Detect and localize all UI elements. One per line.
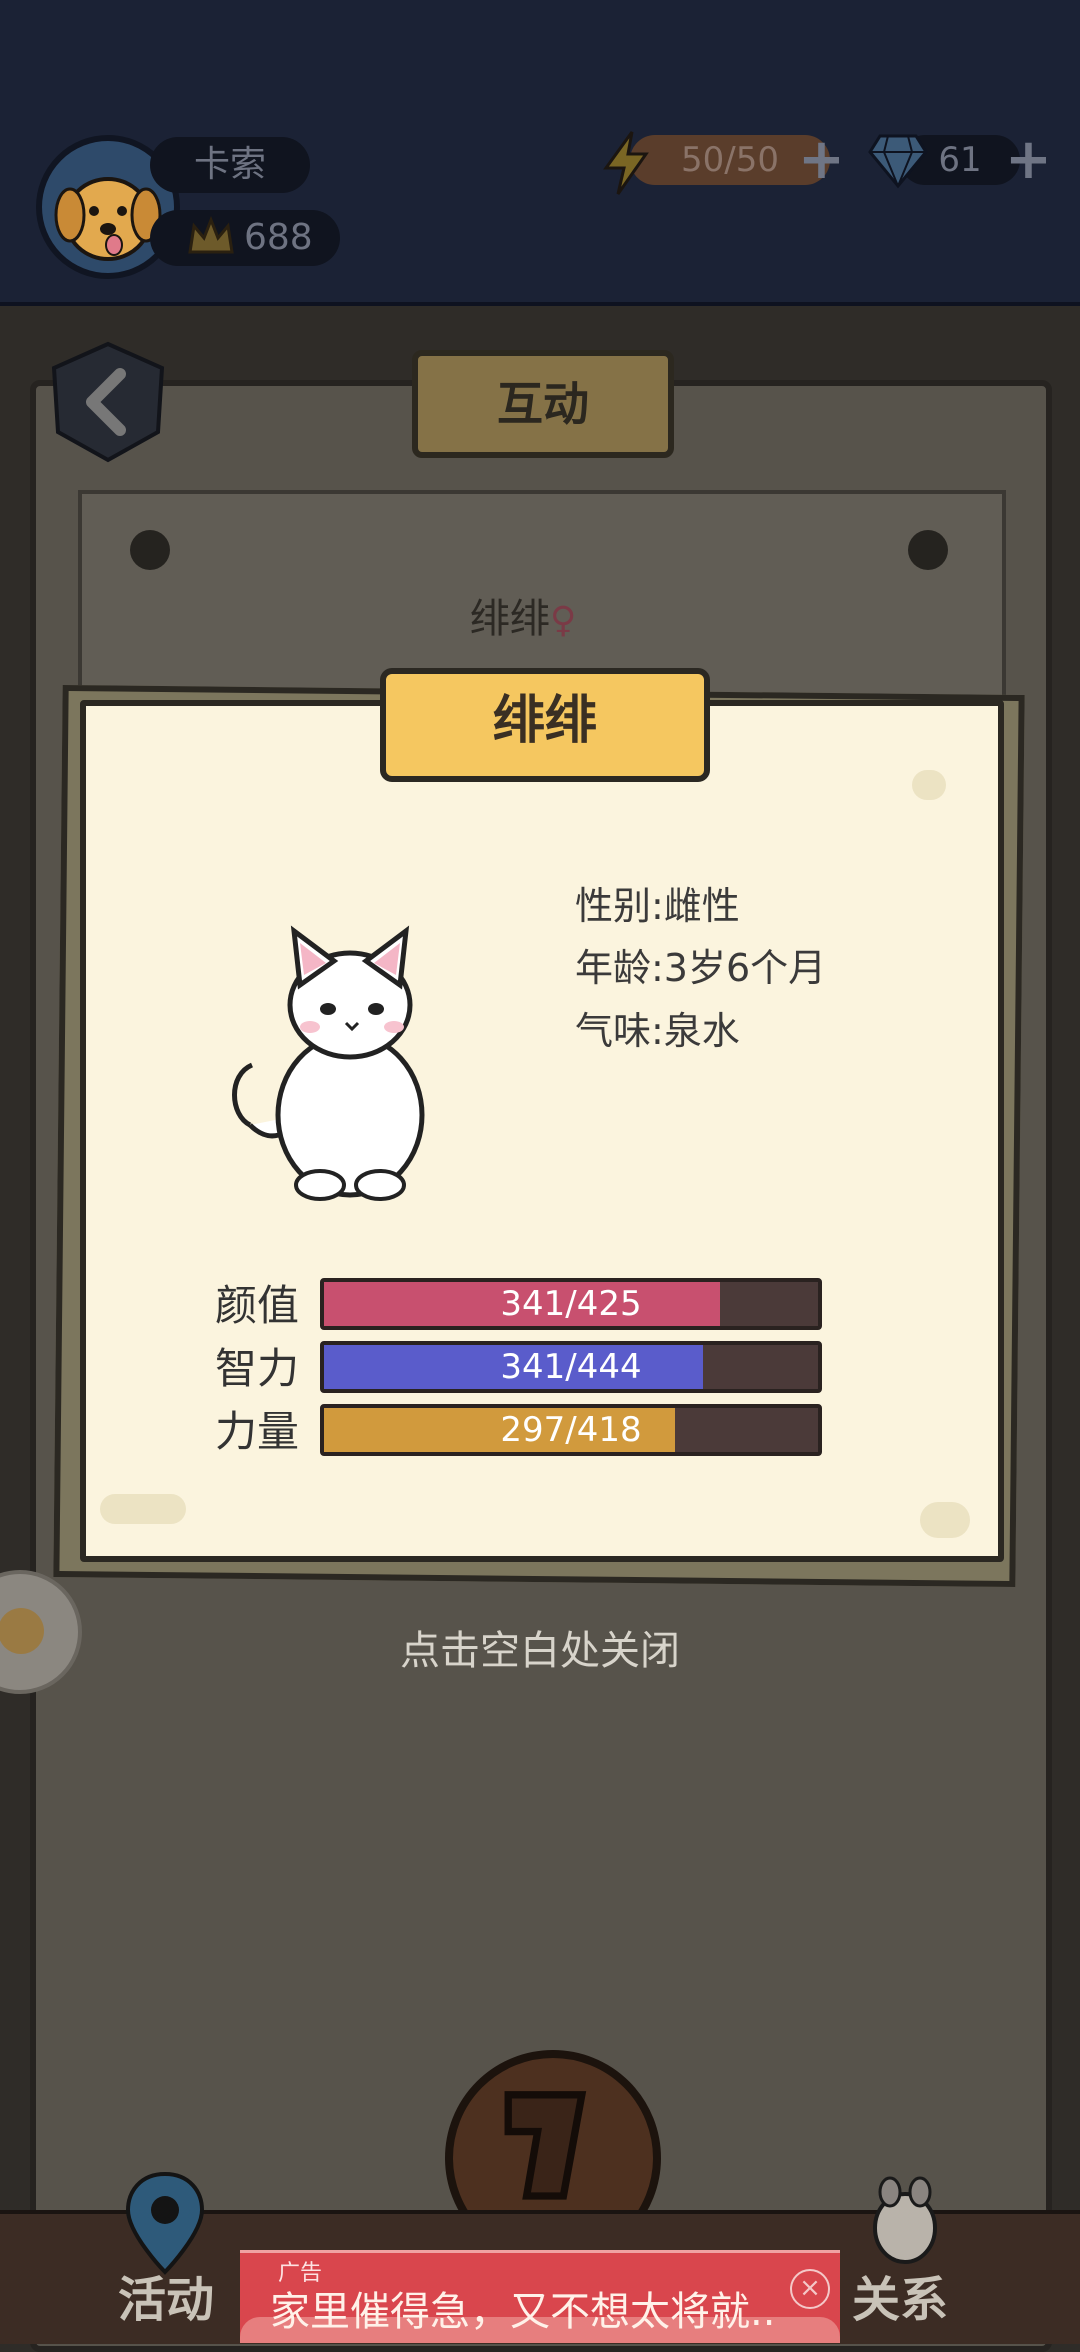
pin-icon	[130, 530, 170, 570]
paper-stain	[100, 1494, 186, 1524]
cat-gender: 性别:雌性	[575, 884, 740, 928]
card-title: 绯绯	[492, 691, 597, 751]
diamond-icon	[868, 134, 928, 189]
close-hint: 点击空白处关闭	[400, 1628, 680, 1674]
stat-bar-intelligence: 341/444	[320, 1341, 822, 1393]
crown-score: 688	[150, 210, 340, 266]
ad-banner[interactable]: 广告 家里催得急，又不想太将就.. ×	[240, 2250, 840, 2343]
cat-age: 年龄:3岁6个月	[575, 946, 827, 990]
female-icon: ♀	[550, 600, 577, 641]
background-cat-name-text: 绯绯	[470, 596, 550, 642]
white-cat-icon	[232, 925, 425, 1201]
paper-stain	[912, 770, 946, 800]
add-energy-button[interactable]: +	[798, 132, 845, 188]
background-cat-name: 绯绯♀	[470, 586, 576, 644]
stat-value: 341/425	[500, 1284, 642, 1324]
page-title: 互动	[412, 350, 674, 458]
stat-value: 297/418	[500, 1410, 642, 1450]
pin-icon	[908, 530, 948, 570]
stat-label-strength: 力量	[215, 1407, 300, 1456]
paw-icon	[873, 2176, 937, 2264]
cat-scent: 气味:泉水	[575, 1009, 740, 1053]
player-name: 卡索	[150, 137, 310, 193]
stat-bar-strength: 297/418	[320, 1404, 822, 1456]
nav-activity[interactable]: 活动	[118, 2260, 214, 2330]
nav-relations[interactable]: 关系	[852, 2260, 948, 2330]
add-gems-button[interactable]: +	[1005, 132, 1052, 188]
paper-stain	[920, 1502, 970, 1538]
ad-text: 家里催得急，又不想太将就..	[270, 2289, 776, 2335]
stat-bar-looks: 341/425	[320, 1278, 822, 1330]
card-title-ribbon: 绯绯	[380, 668, 710, 782]
ad-close-button[interactable]: ×	[790, 2269, 830, 2309]
lightning-icon	[603, 131, 649, 195]
crown-icon	[188, 215, 234, 254]
stat-value: 341/444	[500, 1347, 642, 1387]
back-button[interactable]	[48, 340, 168, 464]
stat-label-intelligence: 智力	[215, 1344, 300, 1393]
stat-label-looks: 颜值	[215, 1281, 300, 1330]
crown-score-value: 688	[244, 217, 313, 258]
